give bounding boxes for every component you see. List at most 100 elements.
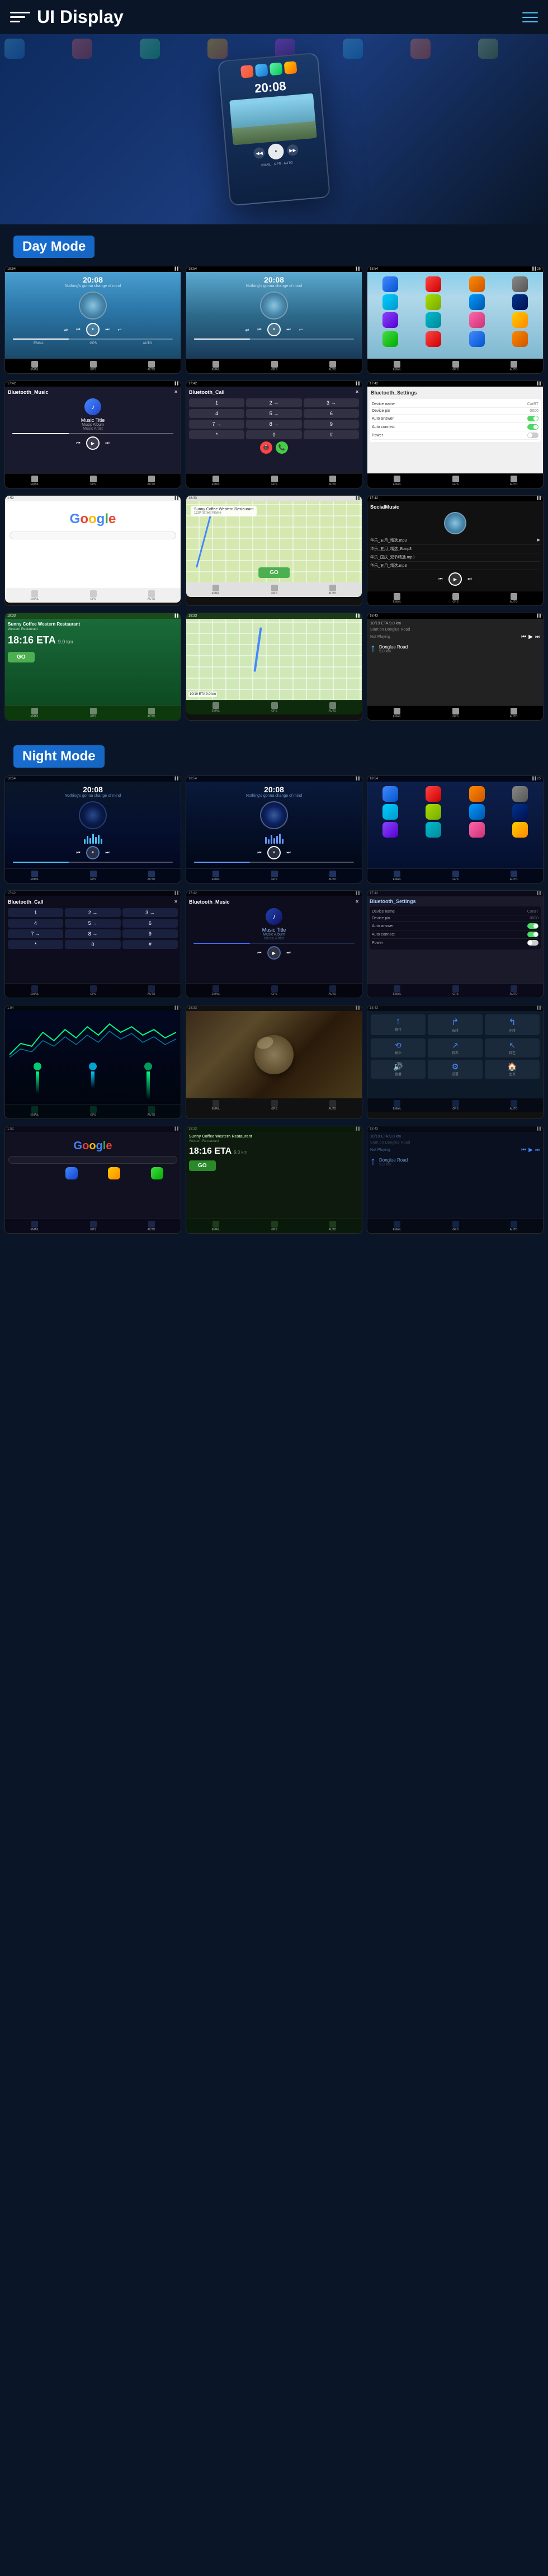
night-power-toggle[interactable]	[527, 940, 538, 946]
key-0[interactable]: 0	[246, 430, 301, 439]
key-6[interactable]: 6	[304, 409, 359, 418]
shortcut-drive[interactable]	[107, 543, 121, 556]
night-bt-next[interactable]: ⏭	[284, 948, 293, 957]
music-file-3[interactable]: 华乐_国庆_双节精选.mp3	[370, 553, 540, 562]
night-app-6[interactable]	[426, 804, 441, 820]
night-app-7[interactable]	[469, 804, 485, 820]
key-1[interactable]: 1	[189, 398, 244, 407]
night-app-8[interactable]	[512, 804, 528, 820]
night-shortcut-4[interactable]	[151, 1167, 163, 1179]
night-prev-2[interactable]: ⏮	[255, 848, 264, 857]
hamburger-icon[interactable]	[10, 7, 30, 27]
app-media[interactable]	[512, 312, 528, 328]
shortcut-news[interactable]	[23, 558, 36, 572]
play-btn-2[interactable]: ⏸	[267, 323, 281, 336]
night-key-7[interactable]: 7 →	[8, 929, 63, 938]
night-key-hash[interactable]: #	[122, 940, 178, 949]
night-prev-1[interactable]: ⏮	[74, 848, 83, 857]
shortcut-meet[interactable]	[149, 543, 163, 556]
social-prev[interactable]: ⏮	[436, 575, 445, 584]
night-progress-2[interactable]	[194, 862, 354, 863]
shortcut-docs[interactable]	[65, 543, 78, 556]
night-search-bar[interactable]	[8, 1156, 177, 1164]
app2-3[interactable]	[469, 331, 485, 347]
social-play[interactable]: ▶	[448, 572, 462, 586]
app-vehicle[interactable]	[426, 294, 441, 310]
np-prev[interactable]: ⏮	[521, 634, 526, 640]
night-key-9[interactable]: 9	[122, 929, 178, 938]
night-progress-1[interactable]	[13, 862, 173, 863]
night-auto-answer-toggle[interactable]	[527, 923, 538, 929]
play-pause-button[interactable]: ⏸	[267, 143, 284, 160]
go-button[interactable]: GO	[258, 567, 290, 578]
social-next[interactable]: ⏭	[465, 575, 474, 584]
night-app-1[interactable]	[382, 786, 398, 802]
key-7[interactable]: 7 →	[189, 420, 244, 429]
night-play-2[interactable]: ⏸	[267, 846, 281, 859]
auto-answer-toggle[interactable]	[527, 416, 538, 421]
shortcut-play[interactable]	[65, 558, 78, 572]
night-key-6[interactable]: 6	[122, 919, 178, 928]
call-btn[interactable]: 📞	[276, 441, 288, 454]
repeat-btn-2[interactable]: ↩	[296, 325, 305, 334]
night-play-1[interactable]: ⏸	[86, 846, 100, 859]
nav-item-1[interactable]: EMAIL	[393, 361, 401, 372]
nav-go-btn[interactable]: GO	[8, 652, 35, 662]
night-key-4[interactable]: 4	[8, 919, 63, 928]
nav-item-3[interactable]: AUTO	[510, 361, 518, 372]
key-2[interactable]: 2 →	[246, 398, 301, 407]
bt-progress[interactable]	[12, 433, 173, 434]
nav-gps[interactable]: GPS	[90, 361, 97, 372]
nav-item-2[interactable]: GPS	[452, 361, 459, 372]
progress-bar[interactable]	[13, 339, 173, 340]
bt-play[interactable]: ▶	[86, 436, 100, 450]
app-settings[interactable]	[512, 276, 528, 292]
night-np-prev[interactable]: ⏮	[521, 1147, 526, 1153]
bt-next[interactable]: ⏭	[103, 439, 112, 448]
prev-btn[interactable]: ⏮	[74, 325, 83, 334]
music-file-1[interactable]: 华乐_五月_精选.mp3 ▶	[370, 537, 540, 545]
key-star[interactable]: *	[189, 430, 244, 439]
app-nav[interactable]	[512, 294, 528, 310]
night-app-3[interactable]	[469, 786, 485, 802]
app2-2[interactable]	[426, 331, 441, 347]
night-app-10[interactable]	[426, 822, 441, 838]
night-next-2[interactable]: ⏭	[284, 848, 293, 857]
nav-auto[interactable]: AUTO	[148, 361, 155, 372]
app-photo[interactable]	[469, 276, 485, 292]
night-go-btn[interactable]: GO	[189, 1160, 216, 1171]
shuffle-btn[interactable]: ⇄	[62, 325, 70, 334]
prev-button[interactable]: ◀◀	[253, 147, 266, 159]
night-key-star[interactable]: *	[8, 940, 63, 949]
next-btn-2[interactable]: ⏭	[284, 325, 293, 334]
night-key-8[interactable]: 8 →	[65, 929, 120, 938]
key-9[interactable]: 9	[304, 420, 359, 429]
music-file-2[interactable]: 华乐_五月_精选_B.mp3	[370, 545, 540, 553]
shortcut-more[interactable]	[149, 558, 163, 572]
night-app-11[interactable]	[469, 822, 485, 838]
nav-email-2[interactable]: EMAIL	[212, 361, 220, 372]
repeat-btn[interactable]: ↩	[115, 325, 124, 334]
night-np-next[interactable]: ⏭	[535, 1147, 540, 1153]
nav-email[interactable]: EMAIL	[31, 361, 39, 372]
next-button[interactable]: ▶▶	[287, 144, 299, 156]
night-key-0[interactable]: 0	[65, 940, 120, 949]
play-btn[interactable]: ⏸	[86, 323, 100, 336]
night-shortcut-2[interactable]	[65, 1167, 78, 1179]
key-4[interactable]: 4	[189, 409, 244, 418]
bt-prev[interactable]: ⏮	[74, 439, 83, 448]
night-key-5[interactable]: 5 →	[65, 919, 120, 928]
night-next-1[interactable]: ⏭	[103, 848, 112, 857]
progress-bar-2[interactable]	[194, 339, 354, 340]
night-key-1[interactable]: 1	[8, 908, 63, 917]
night-shortcut-1[interactable]	[22, 1167, 35, 1179]
app-wechat[interactable]	[382, 294, 398, 310]
nav-auto-2[interactable]: AUTO	[329, 361, 337, 372]
app-phone[interactable]	[469, 312, 485, 328]
app-music[interactable]	[426, 276, 441, 292]
night-bt-play[interactable]: ▶	[267, 946, 281, 960]
shuffle-btn-2[interactable]: ⇄	[243, 325, 252, 334]
np-play[interactable]: ▶	[528, 634, 533, 640]
night-shortcut-3[interactable]	[108, 1167, 120, 1179]
hang-up-btn[interactable]: 📵	[260, 441, 272, 454]
